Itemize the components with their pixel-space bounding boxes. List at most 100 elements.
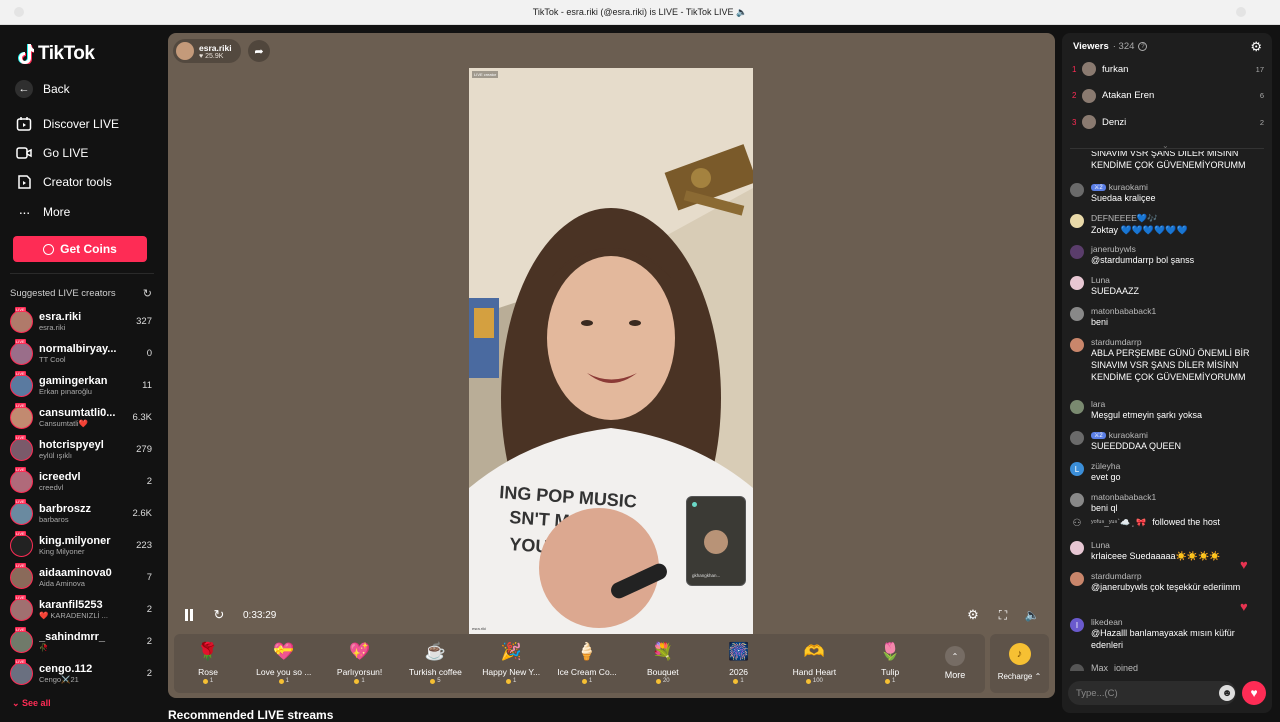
suggested-creator[interactable]: LIVE aidaaminova0 Aida Aminova 7 [10,562,152,591]
fullscreen-button[interactable]: ⛶ [994,606,1012,624]
chat-message[interactable]: Luna SUEDAAZZ [1070,275,1266,297]
get-coins-button[interactable]: Get Coins [13,236,147,262]
gift-item[interactable]: 🌹 Rose 1 [173,641,243,691]
gift-item[interactable]: 💝 Love you so ... 1 [249,641,319,691]
creator-viewer-count: 2 [146,667,152,679]
chat-message[interactable]: stardumdarrp ABLA PERŞEMBE GÜNÜ ÖNEMLİ Bİ… [1070,337,1266,383]
chat-message[interactable]: janerubywls @stardumdarrp bol şanss [1070,244,1266,266]
gift-icon: 🫶 [803,642,825,661]
join-event: Max joined [1070,663,1266,671]
window-titlebar: TikTok - esra.riki (@esra.riki) is LIVE … [0,0,1280,25]
speaker-icon: 🔈 [1024,608,1040,622]
gift-item[interactable]: 🍦 Ice Cream Co... 1 [552,641,622,691]
suggested-creator[interactable]: LIVE hotcrispyeyl eylül ışıklı 279 [10,434,152,463]
chat-text: Meşgul etmeyin şarkı yoksa [1091,410,1203,420]
tiktok-logo[interactable]: TikTok [16,43,95,65]
viewer-avatar [1082,88,1096,103]
gift-item[interactable]: ☕ Turkish coffee 5 [400,641,470,691]
gift-price-value: 100 [812,678,823,684]
chat-username: Luna [1091,275,1110,285]
viewer-count: · 324 [1112,41,1135,52]
chat-username-row: matonbababack1 [1091,492,1266,502]
emoji-icon[interactable]: ☻ [1219,685,1235,701]
suggested-creator[interactable]: LIVE esra.riki esra.riki 327 [10,306,152,335]
host-info[interactable]: esra.riki ♥ 25.9K [173,39,241,63]
chat-message[interactable]: matonbababack1 beni ql [1070,492,1266,514]
gift-item[interactable]: 💐 Bouquet 20 [628,641,698,691]
gift-item[interactable]: 🎆 2026 1 [704,641,774,691]
chat-message[interactable]: stardumdarrp @janerubywls çok teşekkür ed… [1070,571,1266,593]
nav-more[interactable]: ··· More [15,203,71,221]
chat-input[interactable]: Type...(C) ☻ [1068,681,1236,705]
live-badge: LIVE [15,562,26,568]
window-close-button[interactable] [14,7,24,17]
creator-name: icreedvl [39,470,81,483]
gift-item[interactable]: 🌷 Tulip 1 [855,641,925,691]
discover-label: Discover LIVE [43,117,120,131]
suggested-creator[interactable]: LIVE king.milyoner King Milyoner 223 [10,530,152,559]
viewers-header[interactable]: Viewers · 324 ? [1073,41,1148,52]
gift-price-value: 1 [361,678,365,684]
viewer-avatar [1082,62,1096,76]
creator-nickname: creedvl [39,482,64,492]
share-button[interactable]: ➦ [248,40,270,62]
chat-username: janerubywls [1091,244,1136,254]
window-menu-button[interactable] [1236,7,1246,17]
chat-message[interactable]: Ilikedean @Hazalll banlamayaxak mısın küf… [1070,617,1266,651]
fan-level-badge: ⚔2 [1091,183,1106,191]
suggested-creator[interactable]: LIVE gamingerkan Erkan pınaroğlu 11 [10,370,152,399]
arrow-left-icon: ← [15,80,33,98]
gift-icon: ☕ [424,642,446,661]
chat-message[interactable]: ⚔2 kuraokami SUEEDDDAA QUEEN [1070,430,1266,452]
video-camera-icon [15,144,33,162]
creator-nickname: barbaros [39,514,69,524]
chat-username-row: ⚔2 kuraokami [1091,430,1266,440]
pause-button[interactable] [180,606,198,624]
creator-viewer-count: 223 [136,539,152,551]
gift-item[interactable]: 🫶 Hand Heart 100 [779,641,849,691]
volume-button[interactable]: 🔈 [1023,606,1041,624]
suggested-creator[interactable]: LIVE cengo.112 Cengo⚔️21 2 [10,658,152,687]
suggested-creator[interactable]: LIVE _sahindmrr_ 🥀 2 [10,626,152,655]
chat-message[interactable]: lara Meşgul etmeyin şarkı yoksa [1070,399,1266,421]
see-all-link[interactable]: ⌄ See all [12,698,51,709]
chat-message[interactable]: DEFNEEEE💙🎶 Zoktay 💙💙💙💙💙💙 [1070,213,1266,236]
coin-icon [655,678,661,684]
chat-message[interactable]: ⚔2 kuraokami Suedaa kraliçee [1070,182,1266,204]
top-viewer-row[interactable]: 2 Atakan Eren 6 [1072,87,1264,105]
quality-settings-button[interactable]: ⚙ [964,606,982,624]
refresh-stream-button[interactable]: ↻ [210,606,228,624]
chat-message[interactable]: Luna krlaiceee Suedaaaaa☀️☀️☀️☀️ [1070,540,1266,562]
chat-settings-gear-icon[interactable]: ⚙ [1250,39,1262,55]
chat-message[interactable]: Lzüleyha evet go [1070,461,1266,483]
top-viewer-row[interactable]: 3 Denzi 2 [1072,113,1264,131]
gift-item[interactable]: 🎉 Happy New Y... 1 [476,641,546,691]
nav-creator-tools[interactable]: Creator tools [15,173,112,191]
guest-pip-window[interactable]: gkhangkhan... [686,496,746,586]
chat-message[interactable]: SINAVIM VSR ŞANS DİLER MİSİNN KENDİME ÇO… [1070,151,1266,171]
suggested-creator[interactable]: LIVE karanfil5253 ❤️ KARADENIZLİ ... 2 [10,594,152,623]
nav-go-live[interactable]: Go LIVE [15,144,88,162]
chat-message[interactable]: matonbababack1 beni [1070,306,1266,328]
nav-discover-live[interactable]: Discover LIVE [15,115,119,133]
refresh-icon[interactable]: ↻ [143,287,152,300]
suggested-creator[interactable]: LIVE barbroszz barbaros 2.6K [10,498,152,527]
creator-viewer-count: 11 [142,379,152,391]
like-heart-button[interactable]: ♥ [1242,681,1266,705]
suggested-creator[interactable]: LIVE icreedvl creedvl 2 [10,466,152,495]
creator-viewer-count: 2 [146,603,152,615]
more-gifts-button[interactable]: ⌃ More [935,646,975,690]
suggested-header: Suggested LIVE creators ↻ [10,287,152,300]
top-viewer-row[interactable]: 1 furkan 17 [1072,60,1264,78]
chat-messages[interactable]: SINAVIM VSR ŞANS DİLER MİSİNN KENDİME ÇO… [1070,151,1266,671]
gift-item[interactable]: 💖 Parlıyorsun! 1 [325,641,395,691]
suggested-creator[interactable]: LIVE normalbiryay... TT Cool 0 [10,338,152,367]
follow-event-text: followed the host [1152,517,1220,527]
gift-price-value: 1 [892,678,896,684]
recharge-button[interactable]: ♪ Recharge ⌃ [990,634,1049,693]
back-button[interactable]: ← Back [15,80,70,98]
info-icon: ? [1138,42,1148,51]
suggested-creator[interactable]: LIVE cansumtatli0... Cansumtatli❤️ 6.3K [10,402,152,431]
more-label: More [43,205,71,219]
viewer-rank: 3 [1072,117,1077,127]
